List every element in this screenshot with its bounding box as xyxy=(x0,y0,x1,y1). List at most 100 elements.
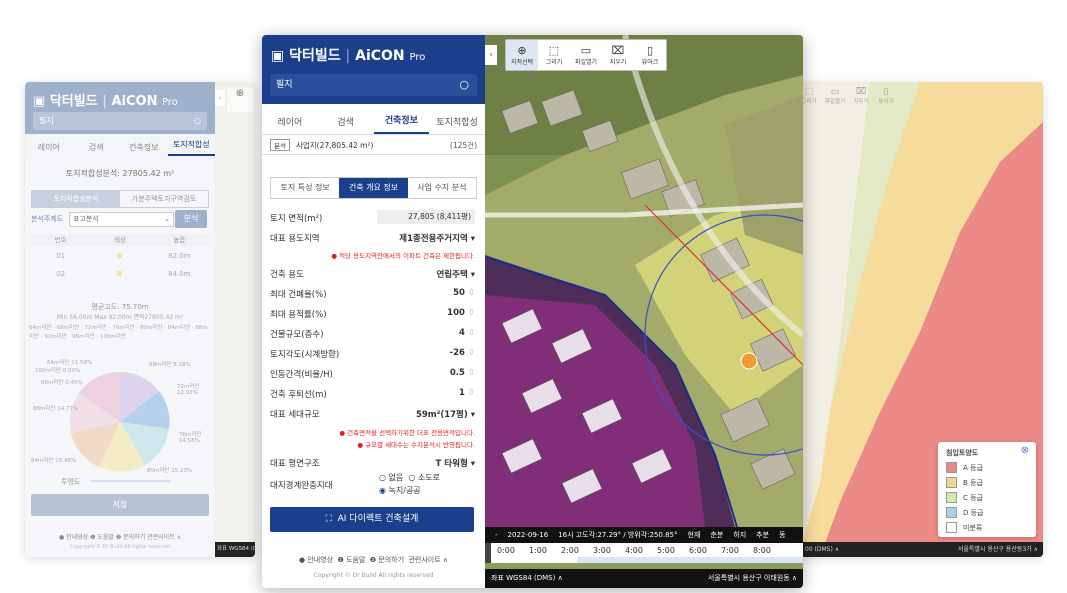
site-label: 사업지(27,805.42 m²) xyxy=(295,140,374,150)
ai-design-button[interactable]: ⛶ AI 다이렉트 건축설계 xyxy=(270,507,474,532)
use-select[interactable]: 연립주택 ▾ xyxy=(436,268,475,280)
coverage-input[interactable]: 50 ⇳ xyxy=(453,288,475,300)
time-slider[interactable]: 0:00 1:00 2:00 3:00 4:00 5:00 6:00 7:00 … xyxy=(485,543,803,563)
open-file-button[interactable]: ▭ 파일열기 xyxy=(824,87,846,105)
close-icon[interactable]: ⊗ xyxy=(1021,445,1029,456)
tab-building-info[interactable]: 건축정보 xyxy=(373,113,430,134)
time-minus-button[interactable]: - xyxy=(495,531,498,539)
select-parcel-button[interactable]: ⊕ 지적선택 xyxy=(506,40,538,70)
subtab-profit-analysis[interactable]: 사업 수지 분석 xyxy=(408,178,476,198)
guide-video-link[interactable]: ● 안내영상 xyxy=(299,556,333,564)
floors-input[interactable]: 4 ⇳ xyxy=(459,328,475,340)
opacity-label: 투명도 xyxy=(61,478,81,486)
subtab-land-info[interactable]: 토지 특성 정보 xyxy=(271,178,339,198)
map-toolbar: ⊕ 지적선택 ⬚ 그리기 ▭ 파일열기 ⌧ 지우기 ▯ 뷰어크 xyxy=(505,39,667,71)
summer-solstice-button[interactable]: 하지 xyxy=(733,530,746,540)
save-button[interactable]: 저장 xyxy=(31,494,209,516)
radio-road[interactable]: ○ 소도로 xyxy=(408,473,440,482)
subtab-building-overview[interactable]: 건축 개요 정보 xyxy=(339,178,408,198)
erase-button[interactable]: ⌧ 지우기 xyxy=(852,87,870,105)
plan-select[interactable]: T 타워형 ▾ xyxy=(436,457,475,469)
zone-note: ● 적당 용도지역안에서의 이파트 건축은 제한됩니다. xyxy=(331,252,475,260)
field-row: 인동간격(비율/H) 0.5 ⇳ xyxy=(270,368,475,380)
panel-footer: ● 안내영상 ❶ 도움말 ❷ 문의하기 관련사이트 ∧ xyxy=(262,555,485,565)
search-input[interactable]: 필지 ○ xyxy=(270,74,477,96)
left-tabs: 레이어 검색 건축정보 토지적합성 xyxy=(25,134,215,160)
search-input[interactable]: 필지 ○ xyxy=(33,112,207,130)
setback-input[interactable]: 1 ⇳ xyxy=(459,388,475,400)
buffer-radio-group: ○ 없음 ○ 소도로 ◉ 녹지/공공 xyxy=(379,471,440,497)
contact-link[interactable]: ❷ 문의하기 xyxy=(370,556,404,564)
spring-equinox-button[interactable]: 춘분 xyxy=(710,530,723,540)
copyright: Copyright © Dr Build All rights reserved xyxy=(313,572,434,579)
tab-layer[interactable]: 레이어 xyxy=(262,115,318,134)
zone-select[interactable]: 제1종전용주거지역 ▾ xyxy=(399,232,475,244)
stepper-icon: ⇳ xyxy=(467,328,475,338)
angle-input[interactable]: -26 ⇳ xyxy=(450,348,475,360)
tab-layer[interactable]: 레이어 xyxy=(25,142,73,153)
spacing-input[interactable]: 0.5 ⇳ xyxy=(450,368,475,380)
legend-item: A 등급 xyxy=(946,462,983,473)
map-status-bar: 좌표 WGS84 (DMS) ∧ 서울특별시 용산구 이태원동 ∧ xyxy=(485,569,803,588)
tab-search[interactable]: 검색 xyxy=(73,142,121,153)
field-row: 건물규모(층수) 4 ⇳ xyxy=(270,328,475,340)
sun-angle-readout: 16시 고도각:27.29° / 방위각:250.85° xyxy=(558,531,678,539)
background-window-left: ▣ 닥터빌드 | AiCON Pro 필지 ○ 레이어 검색 건축정보 토지적합… xyxy=(25,82,255,557)
unit-note: ● 건축면적을 선택하기위한 더표 전용면적입니다. xyxy=(339,429,475,437)
tab-building-info[interactable]: 건축정보 xyxy=(120,142,168,153)
time-tick: 2:00 xyxy=(561,546,579,555)
draw-button[interactable]: ⬚ 그리기 xyxy=(538,40,570,70)
date-field[interactable]: 2022-09-16 xyxy=(508,531,549,539)
unit-size-select[interactable]: 59m²(17평) ▾ xyxy=(416,408,475,420)
field-row: 건축 용도 연립주택 ▾ xyxy=(270,268,475,280)
right-toolbar: ⬚ 그리기 ▭ 파일열기 ⌧ 지우기 ▯ 뷰어크 xyxy=(800,87,896,105)
collapse-arrow-icon[interactable]: ‹ xyxy=(215,90,225,106)
coordinate-system[interactable]: 좌표 WGS84 (DMS) ∧ xyxy=(491,569,563,588)
subtab-district[interactable]: 가분주택토지구역검토 xyxy=(120,191,208,207)
table-header: 번호 색상 높음 xyxy=(31,234,209,246)
field-row: 최대 건폐율(%) 50 ⇳ xyxy=(270,288,475,300)
opacity-slider[interactable] xyxy=(91,480,171,482)
left-subtabs: 토지적합성분석 가분주택토지구역검토 xyxy=(31,190,209,208)
legend-title: 침입토양도 xyxy=(946,449,979,457)
far-input[interactable]: 100 ⇳ xyxy=(447,308,475,320)
radio-none[interactable]: ○ 없음 xyxy=(379,473,403,482)
search-icon[interactable]: ○ xyxy=(459,74,469,96)
subtab-suitability[interactable]: 토지적합성분석 xyxy=(32,191,120,207)
ai-icon: ⛶ xyxy=(325,514,332,524)
autumn-equinox-button[interactable]: 추분 xyxy=(756,530,769,540)
collapse-panel-icon[interactable]: ‹ xyxy=(485,45,497,65)
analysis-badge[interactable]: 분석 xyxy=(270,139,290,151)
logo-icon: ▣ xyxy=(33,94,46,109)
left-footer: ● 안내영상 ❶ 도움말 ❷ 문의하기 관련사이트 ∧ xyxy=(58,534,182,541)
viewer-button[interactable]: ▯ 뷰어크 xyxy=(876,87,896,105)
right-status-bar: 00 (DMS) ∧ 서울특별시 용산구 용산동3가 ∧ xyxy=(800,542,1043,557)
now-button[interactable]: 현재 xyxy=(688,530,701,540)
legend-item: C 등급 xyxy=(946,492,983,503)
help-link[interactable]: ❶ 도움말 xyxy=(337,556,365,564)
radio-green[interactable]: ◉ 녹지/공공 xyxy=(379,486,421,495)
analysis-button[interactable]: 분석 xyxy=(175,210,207,228)
analysis-select[interactable]: 표고분석 ⌄ xyxy=(69,212,174,227)
min-max: Min 56.00m Max 92.00m 면적27805.42 m² xyxy=(56,314,184,321)
current-address[interactable]: 서울특별시 용산구 이태원동 ∧ xyxy=(708,569,797,588)
viewer-button[interactable]: ▯ 뷰어크 xyxy=(634,40,666,70)
field-row: 대표 세대규모 59m²(17평) ▾ xyxy=(270,408,475,420)
select-parcel-icon[interactable]: ⊕ xyxy=(227,88,253,112)
legend-item: D 등급 xyxy=(946,507,984,518)
avg-height: 평균고도: 75.70m xyxy=(91,303,149,311)
erase-button[interactable]: ⌧ 지우기 xyxy=(602,40,634,70)
map-3d-scene xyxy=(485,35,803,527)
pie-labels: 64m미만 11.59% 100m미만 0.00% 96m미만 0.45% 88… xyxy=(31,360,202,474)
buffer-row: 대지경계완충지대 xyxy=(270,481,333,491)
draw-icon: ⬚ xyxy=(548,44,560,57)
target-icon: ⊕ xyxy=(517,44,527,57)
tab-search[interactable]: 검색 xyxy=(318,115,374,134)
tab-land-suitability[interactable]: 토지적합성 xyxy=(167,139,215,156)
winter-solstice-button[interactable]: 동 xyxy=(779,530,785,540)
search-icon[interactable]: ○ xyxy=(194,112,201,130)
related-sites-link[interactable]: 관련사이트 ∧ xyxy=(408,556,448,564)
map-view[interactable]: ‹ ⊕ 지적선택 ⬚ 그리기 ▭ 파일열기 ⌧ 지우기 ▯ 뷰어크 - 2022-09-1… xyxy=(485,35,803,588)
open-file-button[interactable]: ▭ 파일열기 xyxy=(570,40,602,70)
tab-land-suitability[interactable]: 토지적합성 xyxy=(429,115,485,134)
